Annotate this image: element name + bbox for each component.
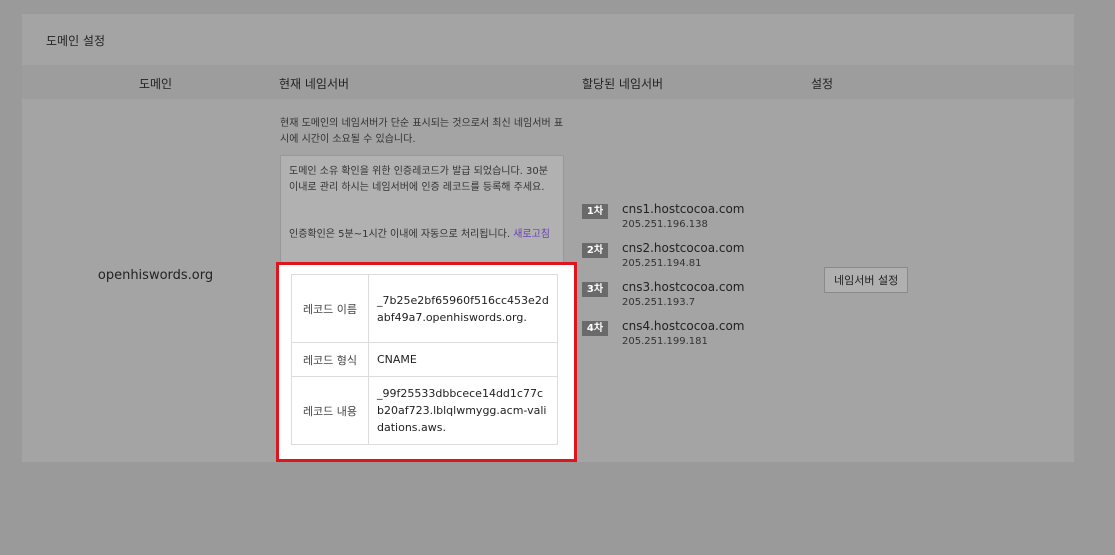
nameserver-badge: 3차 [582,282,608,297]
nameserver-settings-button[interactable]: 네임서버 설정 [824,267,909,293]
certificate-message: 도메인 소유 확인을 위한 인증레코드가 발급 되었습니다. 30분 이내로 관… [289,166,548,193]
header-current-nameserver: 현재 네임서버 [279,77,350,91]
record-type-value: CNAME [368,342,558,377]
header-domain: 도메인 [138,77,173,91]
nameserver-ip: 205.251.193.7 [622,297,696,308]
nameserver-host: cns1.hostcocoa.com [622,202,745,216]
table-header: 도메인 현재 네임서버 할당된 네임서버 설정 [22,65,1074,99]
nameserver-badge: 2차 [582,243,608,258]
record-name-value: _7b25e2bf65960f516cc453e2dabf49a7.openhi… [368,274,558,343]
record-content-label: 레코드 내용 [291,376,369,445]
table-row: 레코드 내용 _99f25533dbbcece14dd1c77cb20af723… [291,376,558,445]
nameserver-host: cns3.hostcocoa.com [622,280,745,294]
record-type-label: 레코드 형식 [291,342,369,377]
certificate-auto-note: 인증확인은 5분~1시간 이내에 자동으로 처리됩니다. 새로고침 [289,227,557,243]
nameserver-badge: 1차 [582,204,608,219]
domain-name: openhiswords.org [97,268,214,283]
record-name-label: 레코드 이름 [291,274,369,343]
current-nameserver-note: 현재 도메인의 네임서버가 단순 표시되는 것으로서 최신 네임서버 표시에 시… [280,118,564,145]
verification-record-table: 레코드 이름 _7b25e2bf65960f516cc453e2dabf49a7… [291,274,558,445]
nameserver-ip: 205.251.199.181 [622,336,708,347]
nameserver-host: cns4.hostcocoa.com [622,319,745,333]
record-content-value: _99f25533dbbcece14dd1c77cb20af723.lblqlw… [368,376,558,445]
header-assigned-nameserver: 할당된 네임서버 [582,77,664,91]
record-highlight-frame: 레코드 이름 _7b25e2bf65960f516cc453e2dabf49a7… [276,262,577,462]
table-row: 레코드 형식 CNAME [291,342,558,377]
certificate-auto-text: 인증확인은 5분~1시간 이내에 자동으로 처리됩니다. [289,229,510,240]
nameserver-ip: 205.251.194.81 [622,258,702,269]
nameserver-host: cns2.hostcocoa.com [622,241,745,255]
nameserver-badge: 4차 [582,321,608,336]
refresh-link[interactable]: 새로고침 [513,229,550,240]
table-row: 레코드 이름 _7b25e2bf65960f516cc453e2dabf49a7… [291,274,558,343]
panel-title: 도메인 설정 [46,34,106,48]
nameserver-ip: 205.251.196.138 [622,219,708,230]
header-settings: 설정 [811,77,834,91]
